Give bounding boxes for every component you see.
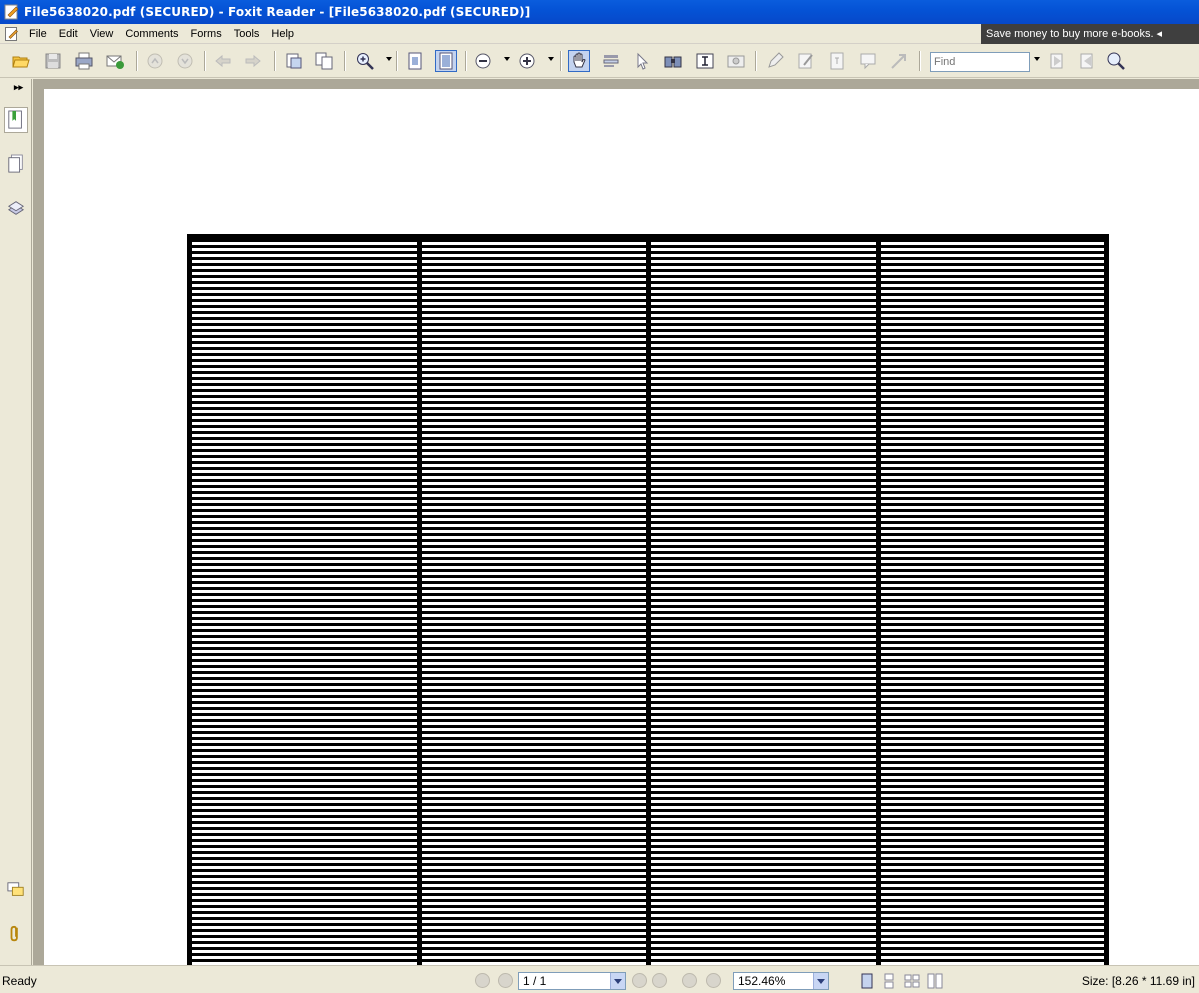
pdf-table bbox=[187, 234, 1109, 965]
select-icon[interactable] bbox=[631, 50, 653, 72]
open-icon[interactable] bbox=[10, 50, 32, 72]
document-menu-icon[interactable] bbox=[4, 26, 20, 42]
note-icon[interactable] bbox=[764, 50, 786, 72]
find-dropdown-icon[interactable] bbox=[1034, 57, 1040, 61]
prev-page-nav-icon[interactable] bbox=[498, 973, 513, 988]
table-column-divider bbox=[417, 239, 422, 965]
continuous-facing-layout-icon[interactable] bbox=[926, 972, 944, 990]
comment-icon[interactable] bbox=[857, 50, 879, 72]
ad-banner[interactable]: Save money to buy more e-books. ◂ bbox=[981, 24, 1199, 44]
zoom-dropdown-arrow-icon[interactable] bbox=[813, 973, 828, 989]
fit-page-icon[interactable] bbox=[435, 50, 457, 72]
actual-size-icon[interactable] bbox=[404, 50, 426, 72]
zoom-out-dropdown-icon[interactable] bbox=[504, 57, 510, 61]
next-page-nav-icon[interactable] bbox=[632, 973, 647, 988]
last-page-nav-icon[interactable] bbox=[652, 973, 667, 988]
typewriter-icon[interactable] bbox=[694, 50, 716, 72]
hand-tool-icon[interactable] bbox=[568, 50, 590, 72]
facing-layout-icon[interactable] bbox=[903, 972, 921, 990]
search-icon[interactable] bbox=[1105, 50, 1127, 72]
image-icon[interactable] bbox=[725, 50, 747, 72]
window-title: File5638020.pdf (SECURED) - Foxit Reader… bbox=[24, 5, 531, 19]
menu-view[interactable]: View bbox=[84, 24, 120, 44]
menu-edit[interactable]: Edit bbox=[53, 24, 84, 44]
arrow-icon[interactable] bbox=[888, 50, 910, 72]
email-icon[interactable] bbox=[104, 50, 126, 72]
zoom-icon[interactable] bbox=[354, 50, 376, 72]
zoom-in-dropdown-icon[interactable] bbox=[548, 57, 554, 61]
single-page-layout-icon[interactable] bbox=[858, 972, 876, 990]
first-page-nav-icon[interactable] bbox=[475, 973, 490, 988]
next-view-icon[interactable] bbox=[706, 973, 721, 988]
menu-comments[interactable]: Comments bbox=[119, 24, 184, 44]
forward-icon[interactable] bbox=[242, 50, 264, 72]
document-view[interactable] bbox=[33, 79, 1199, 965]
menu-tools[interactable]: Tools bbox=[228, 24, 266, 44]
zoom-dropdown-icon[interactable] bbox=[386, 57, 392, 61]
copy-icon[interactable] bbox=[313, 50, 335, 72]
status-bar: Ready 1 / 1 152.46% Size: [8.26 * 11.69 … bbox=[0, 965, 1199, 993]
layers-icon[interactable] bbox=[4, 195, 28, 221]
title-bar: File5638020.pdf (SECURED) - Foxit Reader… bbox=[0, 0, 1199, 24]
page-dropdown-icon[interactable] bbox=[610, 973, 625, 989]
find-input[interactable] bbox=[930, 52, 1030, 72]
pdf-page bbox=[44, 89, 1199, 965]
menu-help[interactable]: Help bbox=[265, 24, 300, 44]
ad-text: Save money to buy more e-books. bbox=[986, 28, 1154, 40]
foxit-app-icon[interactable] bbox=[4, 4, 20, 20]
find-prev-icon[interactable] bbox=[1046, 50, 1068, 72]
menu-forms[interactable]: Forms bbox=[185, 24, 228, 44]
first-page-icon[interactable] bbox=[144, 50, 166, 72]
page-number-input[interactable]: 1 / 1 bbox=[518, 972, 626, 990]
pages-icon[interactable] bbox=[4, 151, 28, 177]
status-ready: Ready bbox=[2, 974, 37, 988]
table-column-divider bbox=[646, 239, 651, 965]
select-text-icon[interactable] bbox=[600, 50, 622, 72]
pencil-icon[interactable] bbox=[795, 50, 817, 72]
save-icon[interactable] bbox=[42, 50, 64, 72]
previous-view-icon[interactable] bbox=[682, 973, 697, 988]
zoom-level-select[interactable]: 152.46% bbox=[733, 972, 829, 990]
print-icon[interactable] bbox=[73, 50, 95, 72]
continuous-layout-icon[interactable] bbox=[880, 972, 898, 990]
properties-icon[interactable] bbox=[283, 50, 305, 72]
back-icon[interactable] bbox=[212, 50, 234, 72]
ad-arrow-icon: ◂ bbox=[1156, 28, 1163, 40]
menu-file[interactable]: File bbox=[23, 24, 53, 44]
navigation-panel: ▸▸ bbox=[0, 79, 32, 965]
table-column-divider bbox=[876, 239, 881, 965]
snapshot-icon[interactable] bbox=[662, 50, 684, 72]
comments-icon[interactable] bbox=[4, 877, 28, 903]
expand-panel-icon[interactable]: ▸▸ bbox=[14, 82, 23, 93]
attachments-icon[interactable] bbox=[4, 921, 28, 947]
bookmarks-icon[interactable] bbox=[4, 107, 28, 133]
zoom-out-icon[interactable] bbox=[472, 50, 494, 72]
page-number-value: 1 / 1 bbox=[523, 974, 547, 988]
zoom-level-value: 152.46% bbox=[738, 974, 786, 988]
find-next-icon[interactable] bbox=[1076, 50, 1098, 72]
page-size-text: Size: [8.26 * 11.69 in] bbox=[1081, 974, 1195, 988]
zoom-in-icon[interactable] bbox=[516, 50, 538, 72]
text-box-icon[interactable] bbox=[826, 50, 848, 72]
toolbar bbox=[0, 45, 1199, 78]
last-page-icon[interactable] bbox=[174, 50, 196, 72]
